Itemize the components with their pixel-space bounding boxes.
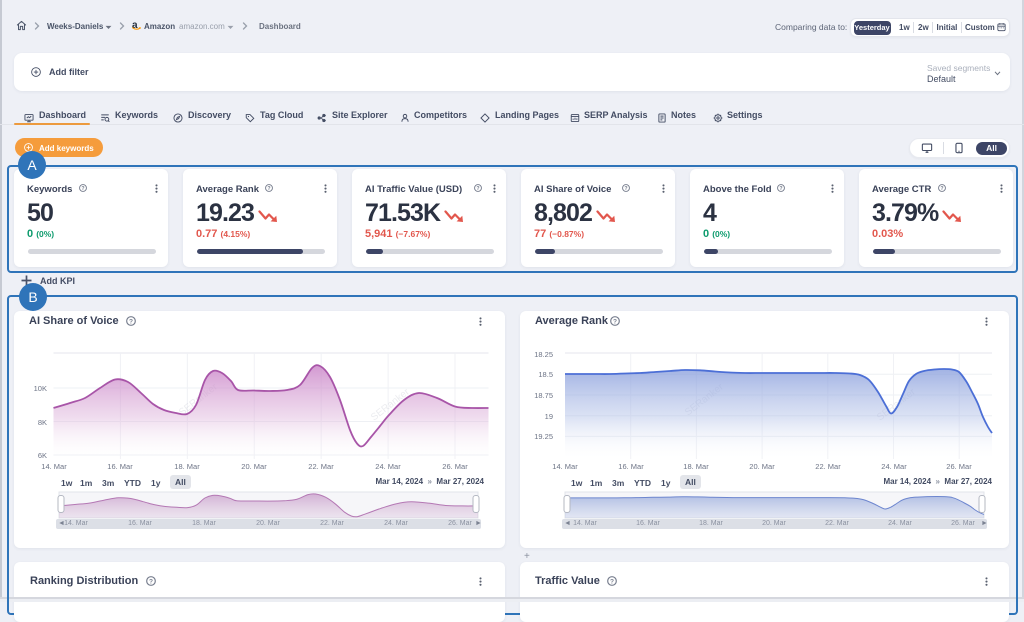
svg-text:?: ? (610, 579, 614, 586)
svg-text:?: ? (81, 186, 84, 192)
svg-text:?: ? (476, 186, 479, 192)
svg-text:?: ? (149, 579, 153, 586)
svg-text:?: ? (267, 186, 270, 192)
svg-text:?: ? (779, 186, 782, 192)
svg-text:?: ? (940, 186, 943, 192)
svg-text:?: ? (624, 186, 627, 192)
